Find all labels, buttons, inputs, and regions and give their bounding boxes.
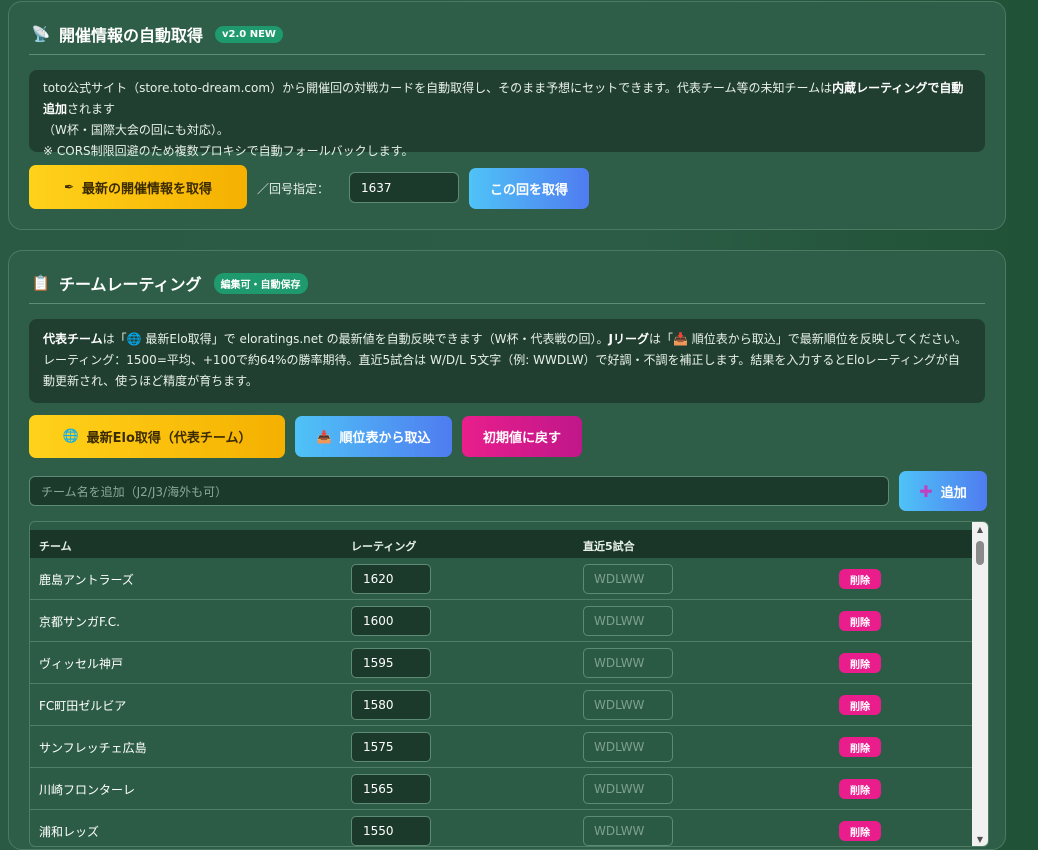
form-input[interactable]: WDLWW xyxy=(583,648,673,678)
table-row: サンフレッチェ広島 1575 WDLWW 削除 xyxy=(30,726,972,768)
rating-panel-title-text: チームレーティング xyxy=(59,275,202,294)
fetch-info-line3: ※ CORS制限回避のため複数プロキシで自動フォールバックします。 xyxy=(43,144,414,158)
fetch-info-line1: toto公式サイト（store.toto-dream.com）から開催回の対戦カ… xyxy=(43,78,971,120)
fetch-panel-title: 📡 開催情報の自動取得 v2.0 NEW xyxy=(31,22,283,46)
reset-button[interactable]: 初期値に戻す xyxy=(462,416,582,457)
column-form: 直近5試合 xyxy=(583,540,635,553)
rating-info-text-b: は「🌐 最新Elo取得」で eloratings.net の最新値を自動反映でき… xyxy=(102,332,609,346)
elo-fetch-button[interactable]: 🌐 最新Elo取得（代表チーム） xyxy=(29,415,285,458)
column-rating: レーティング xyxy=(351,540,417,553)
table-row: 川崎フロンターレ 1565 WDLWW 削除 xyxy=(30,768,972,810)
team-name: サンフレッチェ広島 xyxy=(39,741,147,755)
team-name: 川崎フロンターレ xyxy=(39,783,136,797)
rating-panel-title: 📋 チームレーティング 編集可・自動保存 xyxy=(31,271,308,295)
fetch-info-line2: （W杯・国際大会の回にも対応）。 xyxy=(43,123,229,137)
team-name: 鹿島アントラーズ xyxy=(39,573,134,587)
fetch-panel-title-text: 開催情報の自動取得 xyxy=(59,26,204,45)
clipboard-icon: 📋 xyxy=(31,274,51,292)
form-input[interactable]: WDLWW xyxy=(583,774,673,804)
rating-input[interactable]: 1580 xyxy=(351,690,431,720)
rating-input[interactable]: 1600 xyxy=(351,606,431,636)
globe-icon: 🌐 xyxy=(62,429,79,444)
add-team-input[interactable]: チーム名を追加（J2/J3/海外も可） xyxy=(29,476,889,506)
delete-button[interactable]: 削除 xyxy=(839,611,881,631)
delete-button[interactable]: 削除 xyxy=(839,737,881,757)
delete-button[interactable]: 削除 xyxy=(839,821,881,841)
table-row: 鹿島アントラーズ 1620 WDLWW 削除 xyxy=(30,558,972,600)
fetch-latest-label: 最新の開催情報を取得 xyxy=(82,181,213,197)
team-name: FC町田ゼルビア xyxy=(39,699,127,713)
rating-info-emphasis-a: 代表チーム xyxy=(43,332,103,346)
round-label: ／回号指定： xyxy=(257,182,330,196)
rating-input[interactable]: 1575 xyxy=(351,732,431,762)
table-row: FC町田ゼルビア 1580 WDLWW 削除 xyxy=(30,684,972,726)
rating-input[interactable]: 1565 xyxy=(351,774,431,804)
fetch-info-box: toto公式サイト（store.toto-dream.com）から開催回の対戦カ… xyxy=(29,70,985,158)
rating-input[interactable]: 1595 xyxy=(351,648,431,678)
divider xyxy=(29,54,985,55)
divider xyxy=(29,303,985,304)
rating-input[interactable]: 1550 xyxy=(351,816,431,846)
team-name: 京都サンガF.C. xyxy=(39,615,120,629)
fetch-info-text: toto公式サイト（store.toto-dream.com）から開催回の対戦カ… xyxy=(43,81,833,95)
delete-button[interactable]: 削除 xyxy=(839,569,881,589)
satellite-icon: 📡 xyxy=(31,25,51,43)
table-scrollbar[interactable]: ▲ ▼ xyxy=(972,522,988,846)
rating-input[interactable]: 1620 xyxy=(351,564,431,594)
column-team: チーム xyxy=(39,540,72,553)
form-input[interactable]: WDLWW xyxy=(583,816,673,846)
add-team-label: 追加 xyxy=(940,485,967,501)
rating-panel: 📋 チームレーティング 編集可・自動保存 代表チームは「🌐 最新Elo取得」で … xyxy=(8,250,1006,850)
form-input[interactable]: WDLWW xyxy=(583,564,673,594)
table-header: チーム レーティング 直近5試合 xyxy=(30,530,972,558)
fetch-latest-button[interactable]: ✒ 最新の開催情報を取得 xyxy=(29,165,247,209)
form-input[interactable]: WDLWW xyxy=(583,690,673,720)
version-badge: v2.0 NEW xyxy=(215,25,283,43)
add-team-button[interactable]: ✚ 追加 xyxy=(899,471,987,511)
delete-button[interactable]: 削除 xyxy=(839,779,881,799)
editable-badge: 編集可・自動保存 xyxy=(213,272,308,294)
scroll-up-icon[interactable]: ▲ xyxy=(972,525,988,534)
form-input[interactable]: WDLWW xyxy=(583,606,673,636)
team-name: ヴィッセル神戸 xyxy=(39,657,124,671)
fetch-round-button[interactable]: この回を取得 xyxy=(469,168,589,209)
table-row: ヴィッセル神戸 1595 WDLWW 削除 xyxy=(30,642,972,684)
fetch-panel: 📡 開催情報の自動取得 v2.0 NEW toto公式サイト（store.tot… xyxy=(8,1,1006,230)
rating-table: チーム レーティング 直近5試合 鹿島アントラーズ 1620 WDLWW 削除 … xyxy=(29,521,989,847)
scroll-thumb[interactable] xyxy=(976,541,984,565)
delete-button[interactable]: 削除 xyxy=(839,653,881,673)
delete-button[interactable]: 削除 xyxy=(839,695,881,715)
plus-icon: ✚ xyxy=(919,481,933,501)
form-input[interactable]: WDLWW xyxy=(583,732,673,762)
table-row: 京都サンガF.C. 1600 WDLWW 削除 xyxy=(30,600,972,642)
pen-icon: ✒ xyxy=(63,180,75,194)
table-row: 浦和レッズ 1550 WDLWW 削除 xyxy=(30,810,972,846)
fetch-info-text-end: されます xyxy=(67,102,116,116)
rating-info-box: 代表チームは「🌐 最新Elo取得」で eloratings.net の最新値を自… xyxy=(29,319,985,403)
standings-import-label: 順位表から取込 xyxy=(339,431,431,446)
team-name: 浦和レッズ xyxy=(39,825,100,839)
standings-import-button[interactable]: 📥 順位表から取込 xyxy=(295,416,452,457)
round-input[interactable]: 1637 xyxy=(349,172,459,203)
rating-info-emphasis-c: Jリーグ xyxy=(608,332,649,346)
inbox-icon: 📥 xyxy=(316,429,332,444)
elo-fetch-label: 最新Elo取得（代表チーム） xyxy=(86,431,252,446)
